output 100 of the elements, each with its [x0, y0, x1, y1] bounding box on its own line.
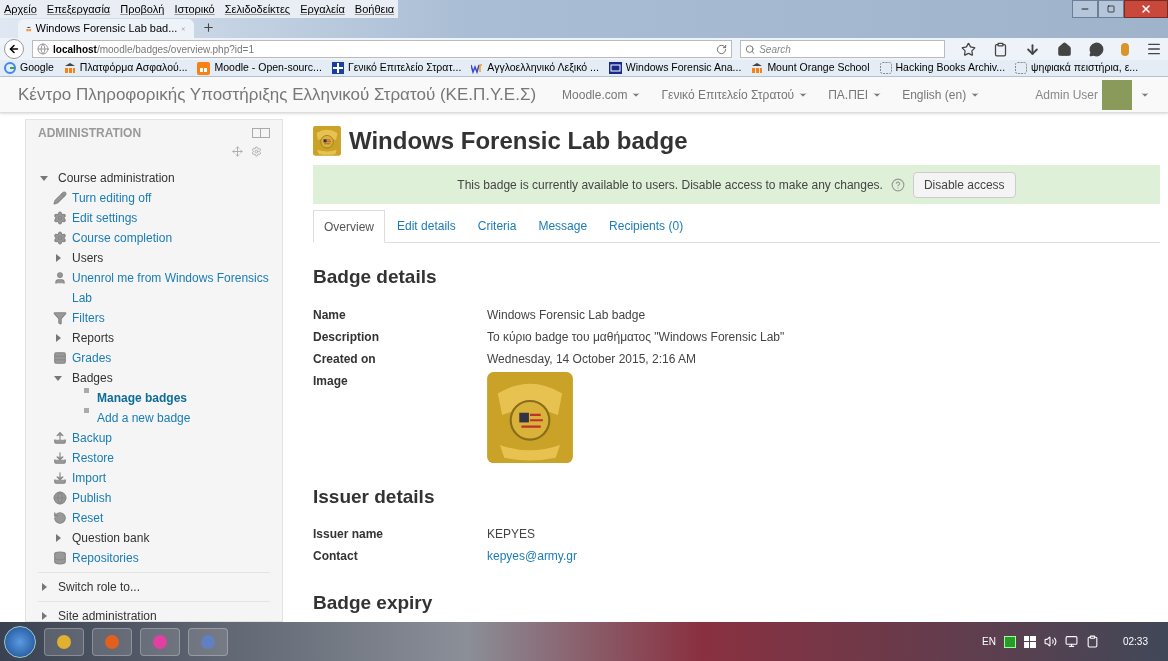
menu-bar-item[interactable]: Ιστορικό: [174, 0, 215, 18]
volume-icon[interactable]: [1043, 635, 1057, 648]
menu-link[interactable]: Course completion: [72, 228, 270, 248]
menu-item-icon: [53, 351, 67, 365]
tab[interactable]: Recipients (0): [599, 209, 694, 242]
section-heading: Badge details: [313, 265, 438, 289]
menu-bar-item[interactable]: Βοήθεια: [354, 0, 395, 18]
email-link[interactable]: kepyes@army.gr: [487, 547, 577, 570]
collapsed-triangle-icon: [54, 254, 62, 262]
network-icon[interactable]: [1064, 635, 1078, 648]
menu-link[interactable]: Backup: [72, 428, 270, 448]
start-button[interactable]: [4, 625, 36, 658]
bookmark-link[interactable]: Πλατφόρμα Ασφαλού...: [79, 60, 188, 76]
close-icon: [1140, 3, 1152, 15]
menu-link[interactable]: Turn editing off: [72, 188, 270, 208]
tree-branch[interactable]: Course administration: [58, 168, 175, 188]
field-value: Το κύριο badge του μαθήματος "Windows Forensic Lab": [487, 328, 785, 346]
browser-tab[interactable]: Windows Forensic Lab bad...: [18, 19, 194, 38]
badge-image: [313, 126, 341, 156]
search-field[interactable]: Search: [740, 40, 945, 58]
field-label: Contact: [313, 548, 359, 566]
flag-icon: [331, 62, 344, 74]
bookmark-link[interactable]: Moodle - Open-sourc...: [214, 60, 322, 76]
bookmark-link[interactable]: Γενικό Επιτελείο Στρατ...: [347, 60, 462, 76]
field-value: Wednesday, 14 October 2015, 2:16 AM: [487, 350, 697, 368]
menu-bar-item[interactable]: Αρχείο: [4, 0, 37, 18]
nav-menu[interactable]: English (en): [902, 85, 981, 104]
url-path: /moodle/badges/overview.php?id=1: [96, 42, 254, 57]
collapsed-triangle-icon: [54, 334, 62, 342]
field-label: Issuer name: [313, 526, 385, 544]
windows-icon[interactable]: [1023, 635, 1036, 648]
disable-access-button[interactable]: Disable access: [912, 171, 1016, 198]
home-icon[interactable]: [1057, 41, 1072, 57]
tab[interactable]: Message: [528, 209, 598, 242]
tree-branch[interactable]: Switch role to...: [58, 577, 141, 597]
bookmark-star-icon[interactable]: [961, 41, 976, 57]
menu-item-icon: [53, 551, 67, 565]
menu-link[interactable]: Import: [72, 468, 270, 488]
bookmark-link[interactable]: Αγγλοελληνικό Λεξικό ...: [487, 60, 599, 76]
field-label: Name: [313, 306, 347, 324]
menu-bar-item[interactable]: Επεξεργασία: [46, 0, 111, 18]
expanded-triangle-icon: [40, 174, 48, 182]
menu-link[interactable]: Add a new badge: [97, 408, 191, 428]
menu-link[interactable]: Restore: [72, 448, 270, 468]
menu-item-icon: [53, 451, 67, 465]
tab[interactable]: Criteria: [467, 209, 527, 242]
menu-bar-item[interactable]: Εργαλεία: [300, 0, 345, 18]
taskbar-app-icon[interactable]: [92, 627, 132, 656]
search-icon: [745, 43, 756, 55]
user-menu[interactable]: Admin User: [1035, 85, 1098, 104]
menu-bar-item[interactable]: Προβολή: [120, 0, 165, 18]
language-indicator[interactable]: EN: [982, 634, 996, 649]
reload-icon[interactable]: [716, 43, 727, 55]
bookmark-link[interactable]: Windows Forensic Ana...: [625, 60, 742, 76]
bookmark-link[interactable]: Google: [20, 60, 54, 76]
field-value: Windows Forensic Lab badge: [487, 306, 646, 324]
menu-link[interactable]: Edit settings: [72, 208, 270, 228]
moodle-icon: [751, 62, 764, 74]
menu-icon[interactable]: [1146, 41, 1162, 57]
menu-link[interactable]: Unenrol me from Windows Forensics Lab: [72, 268, 270, 308]
tree-branch[interactable]: Badges: [72, 368, 113, 388]
new-tab-icon[interactable]: [202, 21, 215, 34]
bookmark-link[interactable]: Hacking Books Archiv...: [895, 60, 1006, 76]
close-button[interactable]: [1124, 0, 1168, 18]
back-button[interactable]: [4, 39, 24, 59]
collapsed-triangle-icon: [54, 534, 62, 542]
tab[interactable]: Edit details: [387, 209, 466, 242]
tree-branch[interactable]: Users: [72, 248, 104, 268]
tray-app-icon[interactable]: [1003, 635, 1016, 648]
address-field[interactable]: localhost/moodle/badges/overview.php?id=1: [32, 40, 732, 58]
google-icon: [4, 62, 16, 74]
bookmark-link[interactable]: ψηφιακά πειστήρια, ε...: [1031, 60, 1139, 76]
nav-menu[interactable]: Γενικό Επιτελείο Στρατού: [661, 85, 809, 104]
wr-icon: [471, 62, 484, 74]
minimize-button[interactable]: [1072, 0, 1098, 18]
menu-link[interactable]: Repositories: [72, 548, 270, 568]
clock[interactable]: 02:33: [1122, 634, 1148, 649]
menu-link[interactable]: Filters: [72, 308, 270, 328]
site-title[interactable]: Κέντρο Πληροφορικής Υποστήριξης Ελληνικού Στρατού (ΚΕ.Π.Υ.Ε.Σ): [18, 81, 537, 108]
tab[interactable]: Overview: [313, 210, 385, 243]
tree-branch[interactable]: Site administration: [58, 606, 157, 621]
menu-item-icon: [53, 471, 67, 485]
bookmark-link[interactable]: Mount Orange School: [767, 60, 870, 76]
download-icon[interactable]: [1025, 41, 1040, 57]
menu-link[interactable]: Publish: [72, 488, 270, 508]
menu-item-icon: [53, 511, 67, 525]
taskbar-app-icon[interactable]: [44, 627, 84, 656]
nav-menu[interactable]: Moodle.com: [562, 85, 642, 104]
menu-link[interactable]: Reset: [72, 508, 270, 528]
search-field[interactable]: Search: [759, 41, 940, 57]
nav-menu[interactable]: ΠΑ.ΠΕΙ: [828, 85, 883, 104]
menu-link[interactable]: Grades: [72, 348, 270, 368]
tree-branch[interactable]: Question bank: [72, 528, 150, 548]
menu-bar-item[interactable]: Σελιδοδείκτες: [224, 0, 291, 18]
chat-icon[interactable]: [1089, 41, 1104, 57]
expanded-triangle-icon: [54, 374, 62, 382]
menu-link[interactable]: Manage badges: [97, 388, 188, 408]
section-heading: Issuer details: [313, 484, 436, 509]
tree-branch[interactable]: Reports: [72, 328, 115, 348]
bullet-icon: [84, 408, 89, 413]
